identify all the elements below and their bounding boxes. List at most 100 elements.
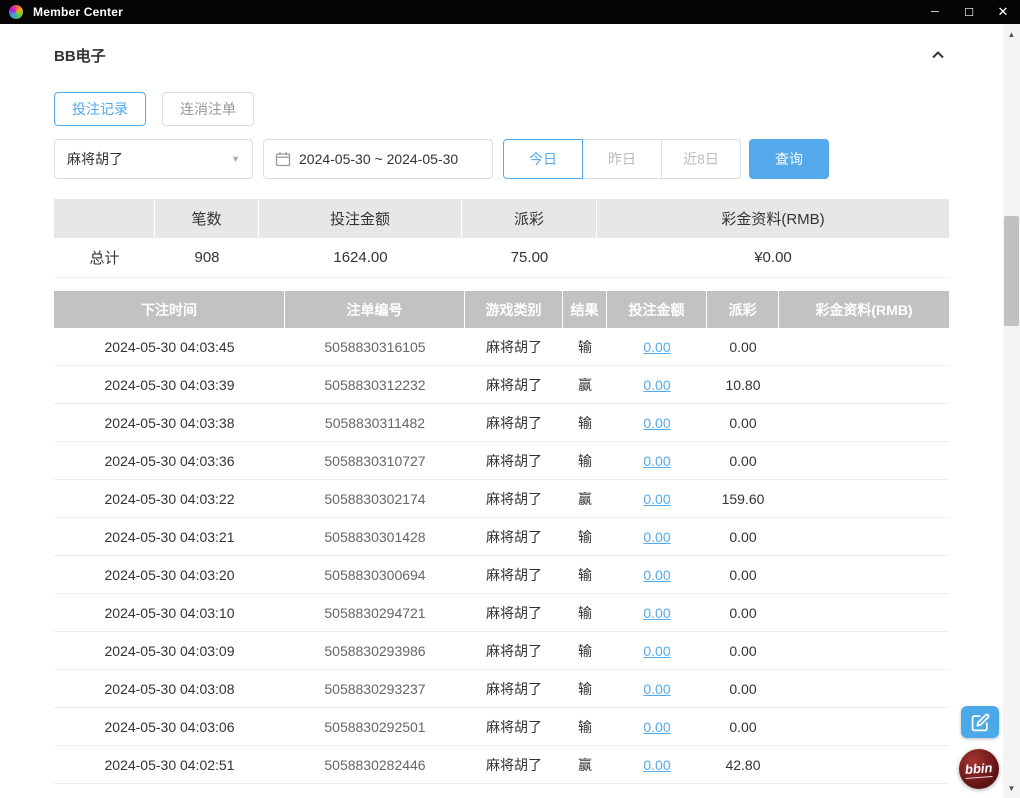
cell-order-no: 5058830293237: [324, 680, 426, 697]
cell-bonus: [779, 518, 949, 555]
cell-game-type: 麻将胡了: [486, 680, 542, 697]
cell-bet-time: 2024-05-30 04:03:06: [104, 718, 235, 735]
cell-result: 输: [578, 718, 592, 735]
cell-game-type: 麻将胡了: [486, 528, 542, 545]
summary-total-payout: 75.00: [462, 238, 597, 277]
cell-game-type: 麻将胡了: [486, 756, 542, 773]
scrollbar-thumb[interactable]: [1004, 216, 1019, 326]
bet-table-header: 下注时间 注单编号 游戏类别 结果 投注金额 派彩 彩金资料(RMB): [54, 291, 949, 328]
summary-total-row: 总计 908 1624.00 75.00 ¥0.00: [54, 238, 949, 278]
cell-bonus: [779, 404, 949, 441]
search-button[interactable]: 查询: [749, 139, 829, 179]
summary-total-bonus: ¥0.00: [597, 238, 949, 277]
bbin-logo-button[interactable]: bbin: [959, 749, 999, 789]
cell-order-no: 5058830300694: [324, 566, 426, 583]
feedback-edit-button[interactable]: [961, 706, 999, 738]
cell-payout: 0.00: [729, 528, 757, 545]
table-row: 2024-05-30 04:03:38 5058830311482 麻将胡了 输…: [54, 404, 949, 442]
cell-bet-time: 2024-05-30 04:03:22: [104, 490, 235, 507]
cell-game-type: 麻将胡了: [486, 376, 542, 393]
cell-bonus: [779, 366, 949, 403]
table-row: 2024-05-30 04:03:21 5058830301428 麻将胡了 输…: [54, 518, 949, 556]
scroll-up-icon[interactable]: ▲: [1003, 26, 1020, 42]
cell-bonus: [779, 556, 949, 593]
cell-bet-amount-link[interactable]: 0.00: [643, 719, 670, 735]
cell-bet-amount-link[interactable]: 0.00: [643, 339, 670, 355]
quick-yesterday-button[interactable]: 昨日: [582, 139, 662, 179]
bet-table-body: 2024-05-30 04:03:45 5058830316105 麻将胡了 输…: [54, 328, 949, 784]
cell-order-no: 5058830292501: [324, 718, 426, 735]
close-button[interactable]: ✕: [986, 0, 1020, 24]
quick-last8days-button[interactable]: 近8日: [661, 139, 741, 179]
game-select[interactable]: 麻将胡了 ▼: [54, 139, 253, 179]
cell-payout: 0.00: [729, 338, 757, 355]
summary-table: 笔数 投注金额 派彩 彩金资料(RMB) 总计 908 1624.00 75.0…: [54, 199, 949, 278]
header-bonus: 彩金资料(RMB): [779, 291, 949, 328]
pencil-square-icon: [971, 713, 989, 731]
cell-order-no: 5058830310727: [324, 452, 426, 469]
cell-game-type: 麻将胡了: [486, 642, 542, 659]
cell-order-no: 5058830311482: [324, 414, 426, 431]
collapse-panel-button[interactable]: [927, 44, 949, 66]
summary-header-bonus: 彩金资料(RMB): [597, 199, 949, 238]
table-row: 2024-05-30 04:03:10 5058830294721 麻将胡了 输…: [54, 594, 949, 632]
cell-bet-amount-link[interactable]: 0.00: [643, 491, 670, 507]
summary-total-bet: 1624.00: [259, 238, 462, 277]
quick-date-group: 今日 昨日 近8日: [503, 139, 741, 179]
cell-bet-amount-link[interactable]: 0.00: [643, 757, 670, 773]
cell-bet-amount-link[interactable]: 0.00: [643, 643, 670, 659]
cell-bet-time: 2024-05-30 04:03:36: [104, 452, 235, 469]
cell-bet-amount-link[interactable]: 0.00: [643, 415, 670, 431]
cell-game-type: 麻将胡了: [486, 414, 542, 431]
cell-payout: 0.00: [729, 452, 757, 469]
table-row: 2024-05-30 04:03:45 5058830316105 麻将胡了 输…: [54, 328, 949, 366]
cell-result: 输: [578, 452, 592, 469]
cell-result: 输: [578, 414, 592, 431]
cell-bet-time: 2024-05-30 04:03:38: [104, 414, 235, 431]
chevron-up-icon: [932, 51, 944, 59]
cell-result: 赢: [578, 376, 592, 393]
summary-header-blank: [54, 199, 155, 238]
cell-bet-time: 2024-05-30 04:03:09: [104, 642, 235, 659]
cell-payout: 10.80: [725, 376, 761, 393]
cell-payout: 42.80: [725, 756, 761, 773]
summary-header-count: 笔数: [155, 199, 259, 238]
bbin-logo-text: bbin: [964, 759, 994, 779]
table-row: 2024-05-30 04:03:06 5058830292501 麻将胡了 输…: [54, 708, 949, 746]
table-row: 2024-05-30 04:03:08 5058830293237 麻将胡了 输…: [54, 670, 949, 708]
cell-game-type: 麻将胡了: [486, 718, 542, 735]
cell-result: 输: [578, 642, 592, 659]
page-title: BB电子: [54, 47, 106, 65]
cell-bet-time: 2024-05-30 04:03:21: [104, 528, 235, 545]
chevron-down-icon: ▼: [231, 154, 240, 164]
tab-bet-records[interactable]: 投注记录: [54, 92, 146, 126]
header-game-type: 游戏类别: [465, 291, 563, 328]
maximize-button[interactable]: ☐: [952, 0, 986, 24]
quick-today-button[interactable]: 今日: [503, 139, 583, 179]
date-range-picker[interactable]: 2024-05-30 ~ 2024-05-30: [263, 139, 493, 179]
cell-payout: 0.00: [729, 718, 757, 735]
header-result: 结果: [563, 291, 607, 328]
app-logo-icon: [9, 5, 23, 19]
cell-result: 赢: [578, 756, 592, 773]
table-row: 2024-05-30 04:03:20 5058830300694 麻将胡了 输…: [54, 556, 949, 594]
minimize-button[interactable]: ─: [918, 0, 952, 24]
panel-header: BB电子: [54, 44, 949, 66]
cell-bet-time: 2024-05-30 04:03:10: [104, 604, 235, 621]
cell-bet-amount-link[interactable]: 0.00: [643, 605, 670, 621]
cell-bet-amount-link[interactable]: 0.00: [643, 681, 670, 697]
window-controls: ─ ☐ ✕: [918, 0, 1020, 24]
cell-order-no: 5058830282446: [324, 756, 426, 773]
cell-bonus: [779, 442, 949, 479]
tab-cancelled-orders[interactable]: 连消注单: [162, 92, 254, 126]
cell-payout: 0.00: [729, 642, 757, 659]
cell-bonus: [779, 746, 949, 783]
cell-bet-amount-link[interactable]: 0.00: [643, 529, 670, 545]
cell-bet-amount-link[interactable]: 0.00: [643, 377, 670, 393]
cell-bet-amount-link[interactable]: 0.00: [643, 453, 670, 469]
summary-total-count: 908: [155, 238, 259, 277]
vertical-scrollbar[interactable]: ▲ ▼: [1003, 24, 1020, 798]
scroll-down-icon[interactable]: ▼: [1003, 780, 1020, 796]
cell-bet-amount-link[interactable]: 0.00: [643, 567, 670, 583]
main-content: BB电子 投注记录 连消注单 麻将胡了 ▼ 2024-05-30 ~ 2024-…: [0, 24, 1003, 798]
